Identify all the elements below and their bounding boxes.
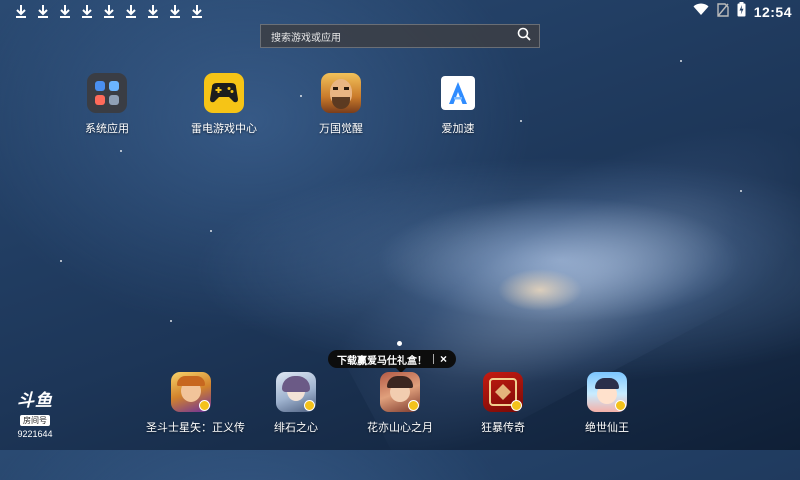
gamepad-icon[interactable] (204, 73, 244, 113)
star (60, 260, 62, 262)
jueshi-xianwang-icon[interactable] (587, 372, 627, 412)
dock-app-feishi[interactable]: 绯石之心 (251, 372, 341, 435)
app-label: 绯石之心 (274, 422, 318, 434)
download-icon (76, 3, 98, 19)
app-rise-of-kingdoms[interactable]: 万国觉醒 (296, 73, 386, 136)
app-label: 万国觉醒 (319, 123, 363, 135)
divider (433, 354, 434, 364)
dock-app-huayi-shanxin[interactable]: 花亦山心之月 (355, 372, 445, 435)
download-icon (10, 3, 32, 19)
app-label: 狂暴传奇 (481, 422, 525, 434)
dock-app-saint-seiya[interactable]: 圣斗士星矢：正义传 (146, 372, 245, 435)
star (520, 120, 522, 122)
download-icon (164, 3, 186, 19)
douyu-watermark: 斗鱼 房间号 9221644 (10, 391, 60, 440)
search-input[interactable]: 搜索游戏或应用 (271, 29, 517, 44)
dock-app-jueshi-xianwang[interactable]: 绝世仙王 (562, 372, 652, 435)
search-bar[interactable]: 搜索游戏或应用 (260, 24, 540, 48)
app-system-apps[interactable]: 系统应用 (62, 73, 152, 136)
app-label: 雷电游戏中心 (191, 123, 257, 135)
room-number: 9221644 (17, 429, 53, 439)
feishi-heart-icon[interactable] (276, 372, 316, 412)
download-icon (142, 3, 164, 19)
star (680, 60, 682, 62)
rise-of-kingdoms-icon[interactable] (321, 73, 361, 113)
app-label: 爱加速 (441, 123, 475, 135)
room-tag: 房间号 (20, 415, 50, 426)
download-badge-icon (615, 400, 626, 411)
promo-tooltip[interactable]: 下载赢爱马仕礼盒！ × (328, 350, 457, 373)
download-badge-icon (304, 400, 315, 411)
no-sim-icon (716, 2, 729, 22)
douyu-logo: 斗鱼 (17, 391, 53, 410)
star (740, 190, 742, 192)
star (170, 320, 172, 322)
wifi-icon (693, 3, 709, 21)
huayi-shanxin-icon[interactable] (380, 372, 420, 412)
download-badge-icon (511, 400, 522, 411)
download-icon (98, 3, 120, 19)
app-label: 系统应用 (85, 123, 129, 135)
download-icon (120, 3, 142, 19)
system-status: 12:54 (693, 2, 792, 22)
download-icon (32, 3, 54, 19)
dock-app-kuangbao-chuanqi[interactable]: 狂暴传奇 (458, 372, 548, 435)
battery-charging-icon (737, 2, 746, 22)
app-ai-accelerator[interactable]: 爱加速 (413, 73, 503, 136)
system-apps-folder-icon[interactable] (87, 73, 127, 113)
download-icon (54, 3, 76, 19)
app-label: 花亦山心之月 (367, 422, 433, 434)
app-leidian-game-center[interactable]: 雷电游戏中心 (179, 73, 269, 136)
page-indicator (397, 341, 402, 346)
search-icon[interactable] (517, 27, 531, 46)
app-label: 圣斗士星矢：正义传 (146, 422, 245, 434)
app-label: 绝世仙王 (585, 422, 629, 434)
saint-seiya-icon[interactable] (171, 372, 211, 412)
ai-accelerator-icon[interactable] (441, 76, 475, 110)
clock: 12:54 (753, 4, 792, 20)
download-badge-icon (408, 400, 419, 411)
close-icon[interactable]: × (440, 352, 447, 366)
star (210, 230, 212, 232)
download-badge-icon (199, 400, 210, 411)
star (120, 150, 122, 152)
kuangbao-chuanqi-icon[interactable] (483, 372, 523, 412)
promo-text: 下载赢爱马仕礼盒！ (337, 355, 427, 367)
download-icon (186, 3, 208, 19)
notification-icons (10, 3, 208, 19)
